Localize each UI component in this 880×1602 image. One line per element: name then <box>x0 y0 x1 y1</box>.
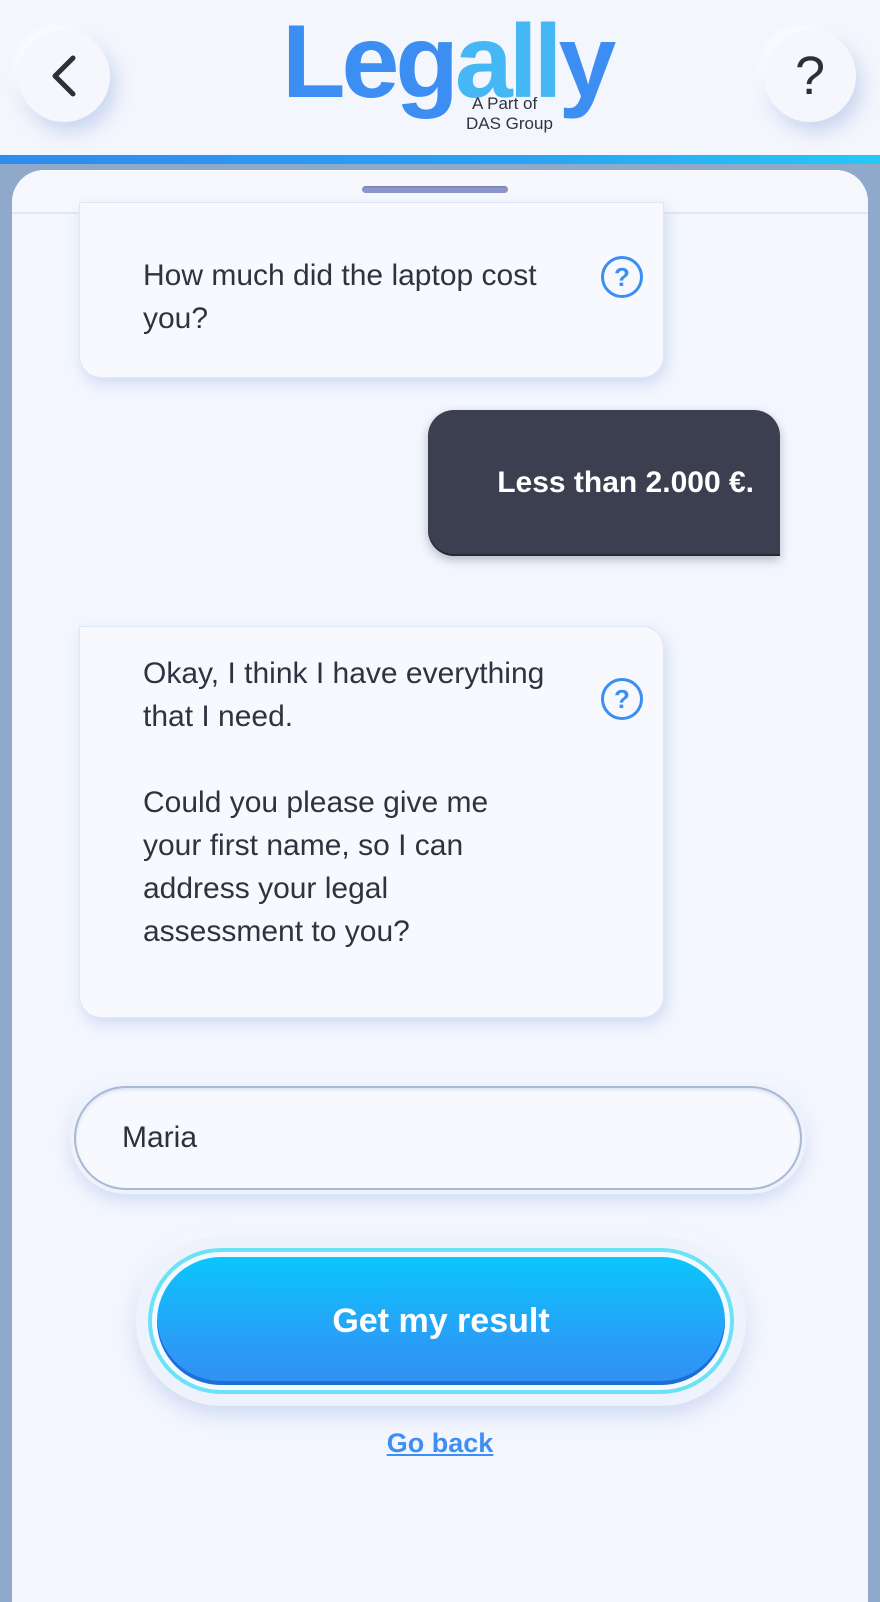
user-message: Less than 2.000 €. <box>428 410 780 556</box>
go-back-link[interactable]: Go back <box>12 1428 868 1459</box>
bot-message-text: How much did the laptop cost you? <box>143 259 537 335</box>
back-button[interactable] <box>18 30 110 122</box>
help-button[interactable]: ? <box>764 30 856 122</box>
bot-message: Okay, I think I have everything that I n… <box>79 626 664 1018</box>
question-mark-icon: ? <box>794 46 826 106</box>
submit-button-wrapper: Get my result <box>136 1236 746 1406</box>
bot-message: How much did the laptop cost you? ? <box>79 202 664 378</box>
app-header: Legally A Part of DAS Group ? <box>0 0 880 155</box>
bot-message-text: Could you please give me your first name… <box>143 786 489 948</box>
help-circle-icon[interactable]: ? <box>601 678 643 720</box>
name-input-wrapper <box>70 1082 806 1194</box>
help-circle-icon[interactable]: ? <box>601 256 643 298</box>
get-result-button[interactable]: Get my result <box>157 1257 725 1385</box>
legally-logo: Legally A Part of DAS Group <box>282 4 616 133</box>
header-divider <box>0 155 880 164</box>
drag-handle[interactable] <box>362 186 508 193</box>
user-message-text: Less than 2.000 €. <box>497 466 754 499</box>
chat-panel: How much did the laptop cost you? ? Less… <box>12 170 868 1602</box>
logo-subtitle: A Part of DAS Group <box>466 94 553 133</box>
bot-message-text: Okay, I think I have everything that I n… <box>143 657 545 733</box>
chevron-left-icon <box>52 55 76 97</box>
first-name-input[interactable] <box>74 1086 802 1190</box>
